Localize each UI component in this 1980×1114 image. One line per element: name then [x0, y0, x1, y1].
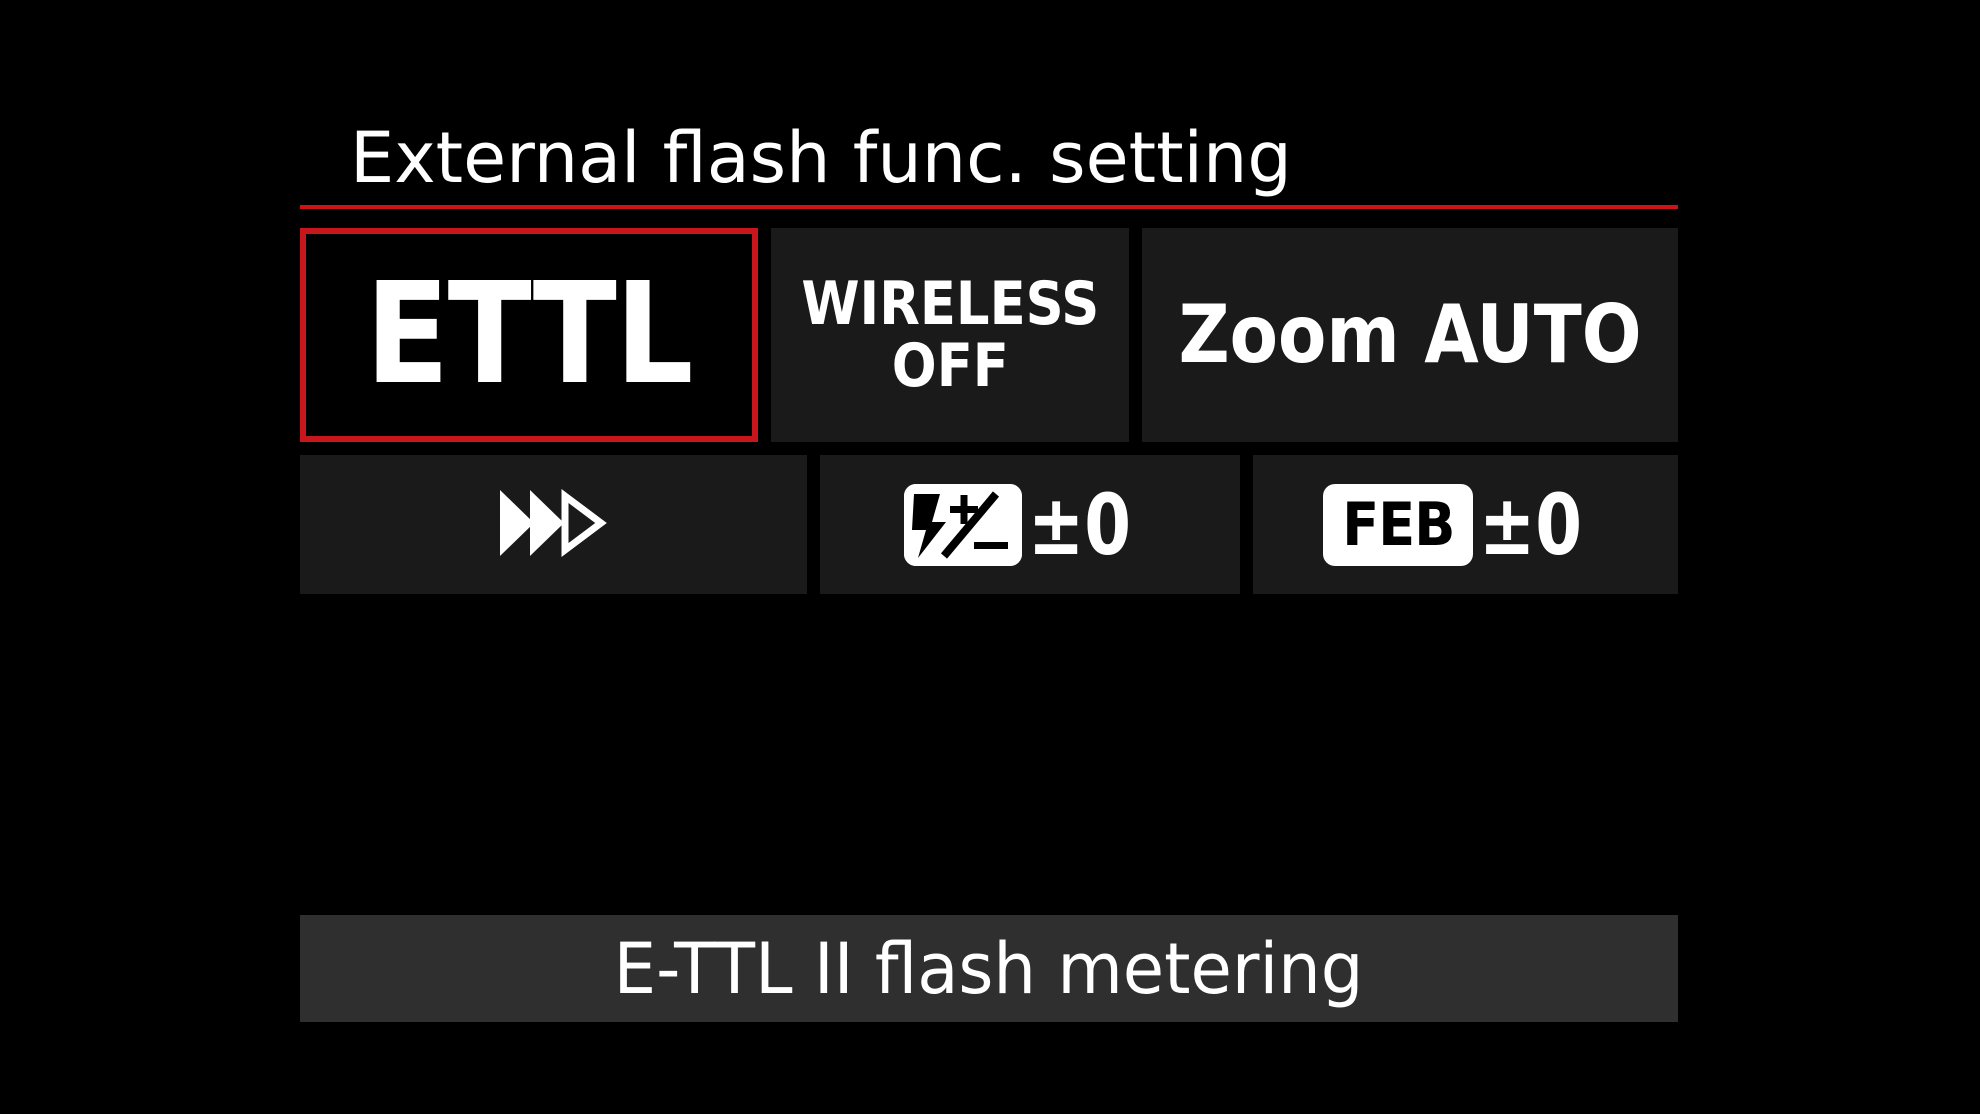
- feb-badge-label: FEB: [1341, 489, 1455, 560]
- feb-badge: FEB: [1323, 483, 1474, 566]
- feb-cell[interactable]: FEB ±0: [1253, 455, 1678, 594]
- zoom-cell[interactable]: Zoom AUTO: [1142, 228, 1678, 442]
- flash-exposure-comp-icon: [903, 483, 1022, 566]
- wireless-label-line2: OFF: [891, 331, 1009, 401]
- sync-mode-cell[interactable]: [300, 455, 807, 594]
- page-title: External flash func. setting: [350, 117, 1292, 199]
- high-speed-sync-icon: [496, 486, 612, 564]
- zoom-label: Zoom AUTO: [1178, 288, 1642, 381]
- wireless-cell[interactable]: WIRELESS OFF: [771, 228, 1129, 442]
- setting-description: E-TTL II flash metering: [614, 927, 1364, 1010]
- setting-description-bar: E-TTL II flash metering: [300, 915, 1678, 1022]
- wireless-label-line1: WIRELESS: [800, 269, 1100, 339]
- flash-mode-label: ETTL: [365, 253, 694, 416]
- flash-mode-cell[interactable]: ETTL: [300, 228, 758, 442]
- wireless-label: WIRELESS OFF: [801, 273, 1099, 397]
- feb-value: ±0: [1479, 475, 1583, 574]
- flash-exposure-comp-value: ±0: [1027, 475, 1131, 574]
- title-divider: [300, 205, 1678, 209]
- flash-exposure-comp-cell[interactable]: ±0: [820, 455, 1240, 594]
